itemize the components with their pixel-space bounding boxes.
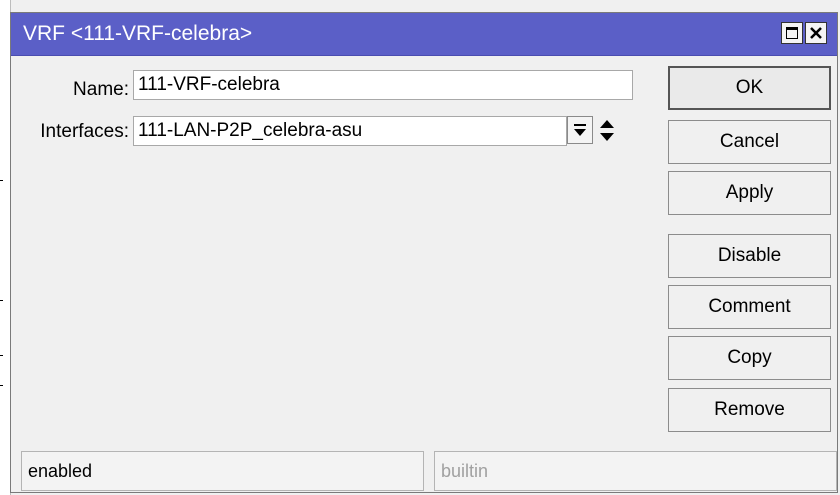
close-icon <box>810 27 822 39</box>
apply-button[interactable]: Apply <box>668 171 831 215</box>
dropdown-icon <box>574 124 586 136</box>
remove-button[interactable]: Remove <box>668 388 831 432</box>
interfaces-field[interactable]: 111-LAN-P2P_celebra-asu <box>133 116 567 146</box>
status-origin: builtin <box>434 451 837 491</box>
vrf-dialog: VRF <111-VRF-celebra> Name: 111-VRF-cele… <box>10 12 838 493</box>
close-button[interactable] <box>805 22 827 44</box>
maximize-icon <box>786 27 798 39</box>
comment-button[interactable]: Comment <box>668 285 831 329</box>
cancel-button[interactable]: Cancel <box>668 120 831 164</box>
ok-button[interactable]: OK <box>668 66 831 110</box>
interfaces-label: Interfaces: <box>40 121 129 142</box>
edge-tick <box>0 385 3 386</box>
disable-button[interactable]: Disable <box>668 234 831 278</box>
status-bar: enabled builtin <box>21 451 837 491</box>
copy-button[interactable]: Copy <box>668 336 831 380</box>
edge-tick <box>0 180 3 181</box>
interfaces-reorder-control[interactable] <box>598 117 616 145</box>
up-down-arrows-icon <box>600 120 614 141</box>
name-label: Name: <box>73 79 129 100</box>
maximize-button[interactable] <box>781 22 803 44</box>
title-bar[interactable]: VRF <111-VRF-celebra> <box>11 13 837 56</box>
interfaces-dropdown-button[interactable] <box>567 116 593 144</box>
name-field[interactable]: 111-VRF-celebra <box>133 70 633 100</box>
window-title: VRF <111-VRF-celebra> <box>23 22 253 45</box>
edge-tick <box>0 355 3 356</box>
edge-tick <box>0 300 3 301</box>
status-state: enabled <box>21 451 424 491</box>
